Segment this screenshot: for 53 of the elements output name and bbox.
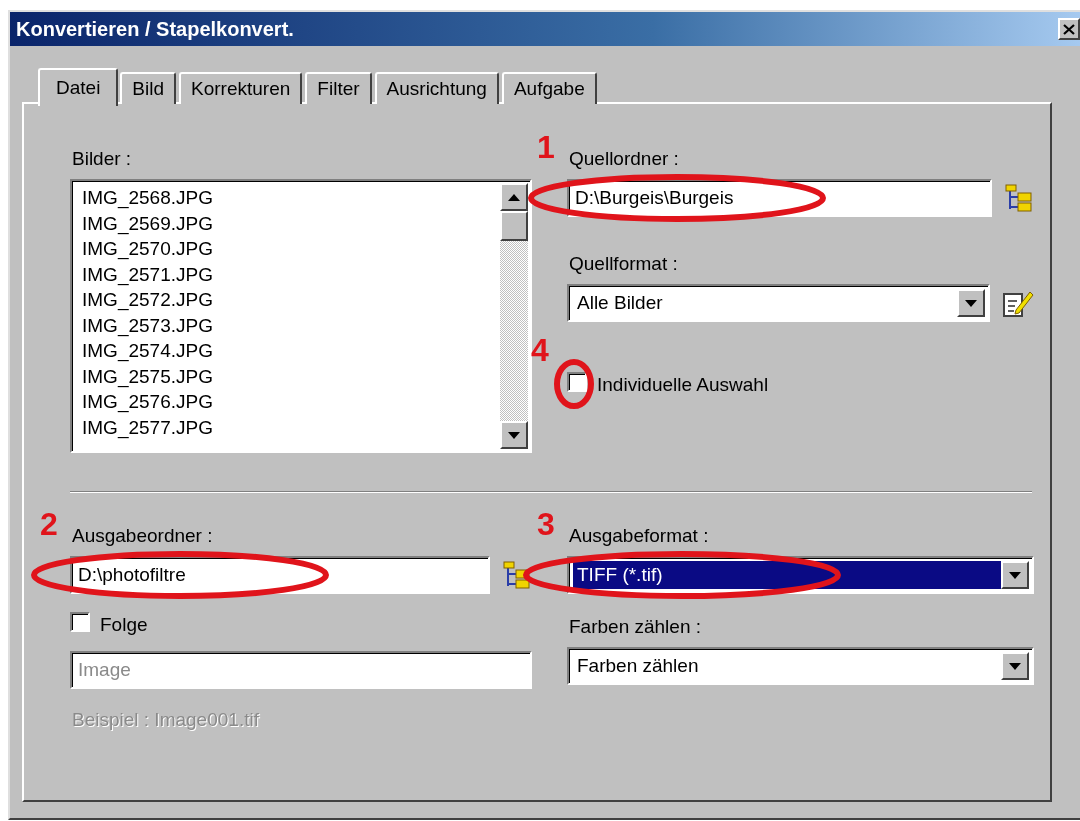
close-button[interactable] xyxy=(1058,18,1080,40)
window-title: Konvertieren / Stapelkonvert. xyxy=(16,17,294,41)
tab[interactable]: Filter xyxy=(305,72,372,104)
caret-icon xyxy=(1009,571,1021,579)
list-item[interactable]: IMG_2570.JPG xyxy=(80,236,500,262)
close-icon xyxy=(1063,23,1075,35)
field-label: Farben zählen : xyxy=(569,616,702,638)
tab[interactable]: Aufgabe xyxy=(501,72,597,104)
list-item[interactable]: IMG_2574.JPG xyxy=(80,338,500,364)
dropdown-value: Farben zählen xyxy=(576,654,700,678)
list-item[interactable]: IMG_2575.JPG xyxy=(80,363,500,389)
list-item[interactable]: IMG_2577.JPG xyxy=(80,414,500,440)
list-item[interactable]: IMG_2572.JPG xyxy=(80,287,500,313)
list-item[interactable]: IMG_2576.JPG xyxy=(80,389,500,415)
dropdown[interactable]: Alle Bilder xyxy=(567,284,990,322)
list-item[interactable]: IMG_2573.JPG xyxy=(80,312,500,338)
checkbox-label[interactable]: Folge xyxy=(100,613,148,636)
tab[interactable]: Ausrichtung xyxy=(374,72,499,104)
caret-icon xyxy=(965,299,977,307)
folder-tree-icon[interactable] xyxy=(1004,183,1034,213)
dropdown[interactable]: Farben zählen xyxy=(567,647,1034,685)
checkbox[interactable] xyxy=(567,372,587,392)
dropdown-arrow-button[interactable] xyxy=(957,289,985,317)
annotation-number: 1 xyxy=(537,131,555,163)
annotation-ellipse xyxy=(554,359,594,409)
tab[interactable]: Datei xyxy=(38,68,119,106)
scrollbar-thumb[interactable] xyxy=(500,211,528,241)
list-item[interactable]: IMG_2569.JPG xyxy=(80,210,500,236)
scroll-up-button[interactable] xyxy=(500,183,528,211)
scroll-down-button[interactable] xyxy=(500,421,528,449)
field-label: Quellformat : xyxy=(569,253,678,275)
dropdown-arrow-button[interactable] xyxy=(1001,652,1029,680)
field-label: Bilder : xyxy=(72,148,132,170)
annotation-number: 4 xyxy=(531,334,549,366)
annotation-number: 2 xyxy=(40,508,58,540)
field-label: Quellordner : xyxy=(569,148,679,170)
down-arrow-icon xyxy=(508,431,520,439)
tab[interactable]: Bild xyxy=(120,72,177,104)
list-item[interactable]: IMG_2571.JPG xyxy=(80,261,500,287)
field-label: Ausgabeordner : xyxy=(72,525,213,547)
dropdown-value: Alle Bilder xyxy=(576,291,664,315)
list-item[interactable]: IMG_2568.JPG xyxy=(80,185,500,211)
checkbox-label[interactable]: Individuelle Auswahl xyxy=(597,373,769,396)
tab[interactable]: Korrekturen xyxy=(179,72,303,104)
folder-tree-icon[interactable] xyxy=(502,560,532,590)
up-arrow-icon xyxy=(508,193,520,201)
annotation-number: 3 xyxy=(537,508,555,540)
field-label: Ausgabeformat : xyxy=(569,525,709,547)
example-text: Beispiel : Image001.tif xyxy=(72,709,260,731)
checkbox[interactable] xyxy=(70,612,90,632)
dropdown-arrow-button[interactable] xyxy=(1001,561,1029,589)
dropdown-value: TIFF (*.tif) xyxy=(573,561,1001,589)
caret-icon xyxy=(1009,662,1021,670)
